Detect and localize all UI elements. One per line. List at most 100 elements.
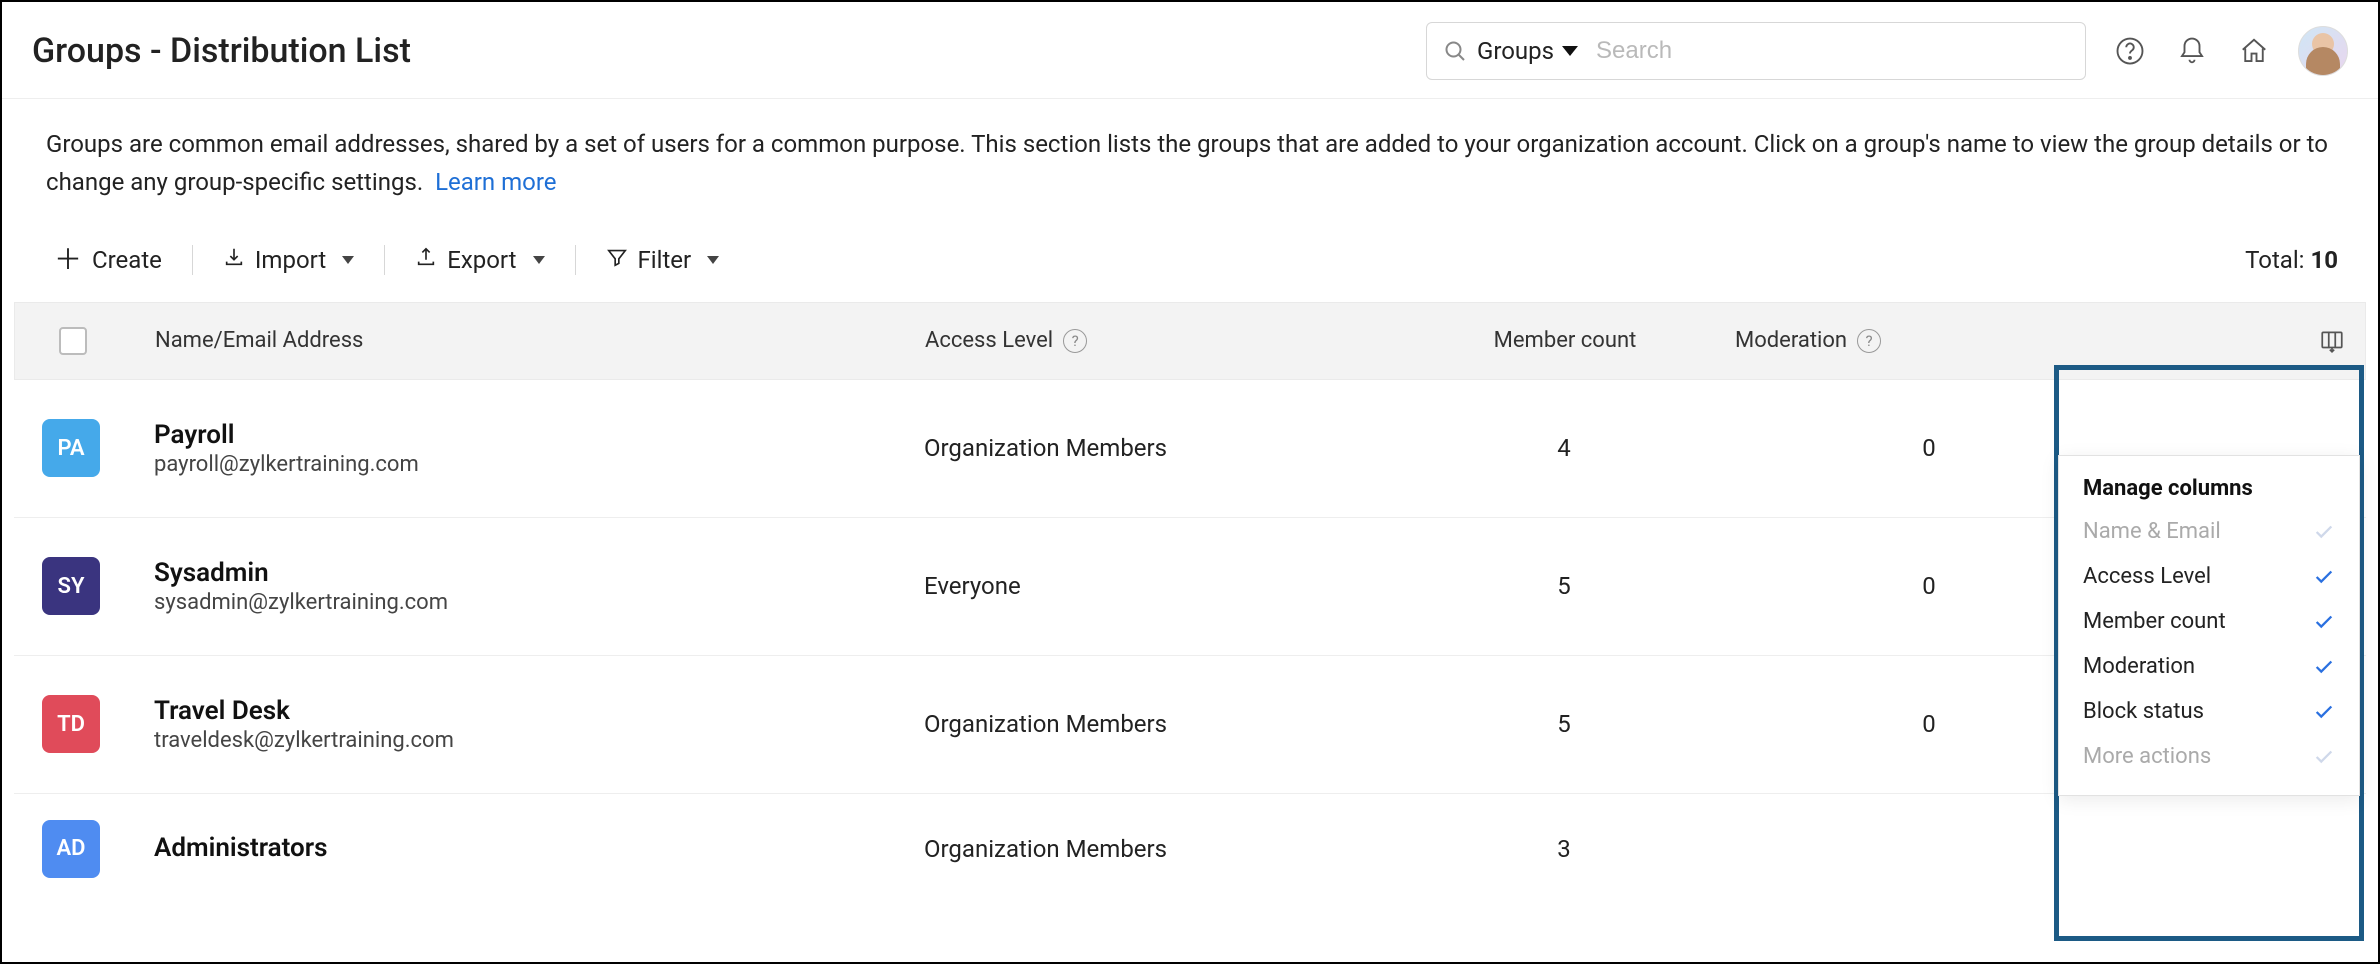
home-icon[interactable] (2236, 33, 2272, 69)
group-avatar-cell: PA (34, 419, 154, 477)
check-icon (2313, 521, 2335, 543)
separator (575, 245, 576, 275)
help-icon[interactable]: ? (1857, 329, 1881, 353)
col-moderation[interactable]: Moderation ? (1735, 328, 2125, 353)
column-toggle-item: More actions (2059, 734, 2359, 779)
create-button[interactable]: ＋ Create (46, 242, 170, 278)
col-access[interactable]: Access Level ? (925, 328, 1395, 353)
group-email: sysadmin@zylkertraining.com (154, 590, 924, 615)
import-button[interactable]: Import (215, 242, 362, 278)
table-row[interactable]: AD Administrators Organization Members 3 (14, 794, 2366, 904)
chevron-down-icon (533, 256, 545, 264)
chevron-down-icon (707, 256, 719, 264)
count-cell: 5 (1394, 572, 1734, 600)
access-cell: Organization Members (924, 835, 1394, 863)
search-scope-label: Groups (1477, 37, 1554, 65)
help-icon[interactable]: ? (1063, 329, 1087, 353)
total-count: Total: 10 (2245, 246, 2338, 274)
select-all-cell (35, 327, 155, 355)
check-icon (2313, 746, 2335, 768)
col-count[interactable]: Member count (1395, 328, 1735, 353)
group-email: traveldesk@zylkertraining.com (154, 728, 924, 753)
group-avatar-cell: SY (34, 557, 154, 615)
count-cell: 4 (1394, 434, 1734, 462)
description-text: Groups are common email addresses, share… (46, 130, 2328, 196)
group-avatar: AD (42, 820, 100, 878)
filter-label: Filter (638, 246, 692, 274)
name-cell[interactable]: Travel Desk traveldesk@zylkertraining.co… (154, 696, 924, 753)
table-row[interactable]: PA Payroll payroll@zylkertraining.com Or… (14, 380, 2366, 518)
search-bar[interactable]: Groups (1426, 22, 2086, 80)
access-cell: Organization Members (924, 434, 1394, 462)
group-avatar: SY (42, 557, 100, 615)
check-icon (2313, 656, 2335, 678)
header-right: Groups (1426, 22, 2348, 80)
search-icon (1443, 39, 1467, 63)
help-icon[interactable] (2112, 33, 2148, 69)
popover-title: Manage columns (2059, 476, 2359, 509)
import-icon (223, 246, 245, 274)
avatar[interactable] (2298, 26, 2348, 76)
col-access-label: Access Level (925, 328, 1053, 353)
column-toggle-label: Member count (2083, 609, 2226, 634)
page-description: Groups are common email addresses, share… (2, 99, 2378, 216)
group-name: Administrators (154, 833, 924, 863)
filter-button[interactable]: Filter (598, 242, 728, 278)
check-icon (2313, 566, 2335, 588)
import-label: Import (255, 246, 326, 274)
table-row[interactable]: SY Sysadmin sysadmin@zylkertraining.com … (14, 518, 2366, 656)
group-avatar: TD (42, 695, 100, 753)
column-toggle-label: Moderation (2083, 654, 2195, 679)
table-header: Name/Email Address Access Level ? Member… (14, 302, 2366, 380)
col-moderation-label: Moderation (1735, 328, 1847, 353)
check-icon (2313, 701, 2335, 723)
export-icon (415, 246, 437, 274)
manage-columns-popover: Manage columns Name & Email Access Level… (2058, 455, 2360, 796)
total-label: Total: (2245, 246, 2304, 274)
create-label: Create (92, 246, 162, 274)
column-toggle-label: More actions (2083, 744, 2211, 769)
column-toggle-item: Name & Email (2059, 509, 2359, 554)
name-cell[interactable]: Sysadmin sysadmin@zylkertraining.com (154, 558, 924, 615)
separator (192, 245, 193, 275)
export-button[interactable]: Export (407, 242, 552, 278)
bell-icon[interactable] (2174, 33, 2210, 69)
column-toggle-item[interactable]: Access Level (2059, 554, 2359, 599)
count-cell: 5 (1394, 710, 1734, 738)
access-cell: Everyone (924, 572, 1394, 600)
select-all-checkbox[interactable] (59, 327, 87, 355)
plus-icon: ＋ (54, 246, 82, 274)
page-title: Groups - Distribution List (32, 31, 411, 71)
check-icon (2313, 611, 2335, 633)
access-cell: Organization Members (924, 710, 1394, 738)
group-name: Payroll (154, 420, 924, 450)
column-settings-button[interactable] (2125, 328, 2365, 354)
search-scope-dropdown[interactable]: Groups (1477, 37, 1596, 65)
total-value: 10 (2310, 246, 2338, 274)
column-toggle-label: Access Level (2083, 564, 2211, 589)
search-input[interactable] (1596, 37, 2069, 65)
group-name: Travel Desk (154, 696, 924, 726)
group-email: payroll@zylkertraining.com (154, 452, 924, 477)
count-cell: 3 (1394, 835, 1734, 863)
export-label: Export (447, 246, 516, 274)
learn-more-link[interactable]: Learn more (435, 168, 556, 196)
filter-icon (606, 246, 628, 274)
column-toggle-item[interactable]: Block status (2059, 689, 2359, 734)
column-toggle-label: Block status (2083, 699, 2204, 724)
caret-down-icon (1562, 46, 1578, 56)
groups-table: Name/Email Address Access Level ? Member… (14, 302, 2366, 904)
table-row[interactable]: TD Travel Desk traveldesk@zylkertraining… (14, 656, 2366, 794)
col-name[interactable]: Name/Email Address (155, 328, 925, 353)
group-avatar-cell: TD (34, 695, 154, 753)
group-name: Sysadmin (154, 558, 924, 588)
column-toggle-item[interactable]: Member count (2059, 599, 2359, 644)
toolbar: ＋ Create Import Export Filter Total: 10 (2, 216, 2378, 302)
name-cell[interactable]: Payroll payroll@zylkertraining.com (154, 420, 924, 477)
separator (384, 245, 385, 275)
chevron-down-icon (342, 256, 354, 264)
name-cell[interactable]: Administrators (154, 833, 924, 865)
column-toggle-item[interactable]: Moderation (2059, 644, 2359, 689)
page-header: Groups - Distribution List Groups (2, 2, 2378, 99)
group-avatar-cell: AD (34, 820, 154, 878)
